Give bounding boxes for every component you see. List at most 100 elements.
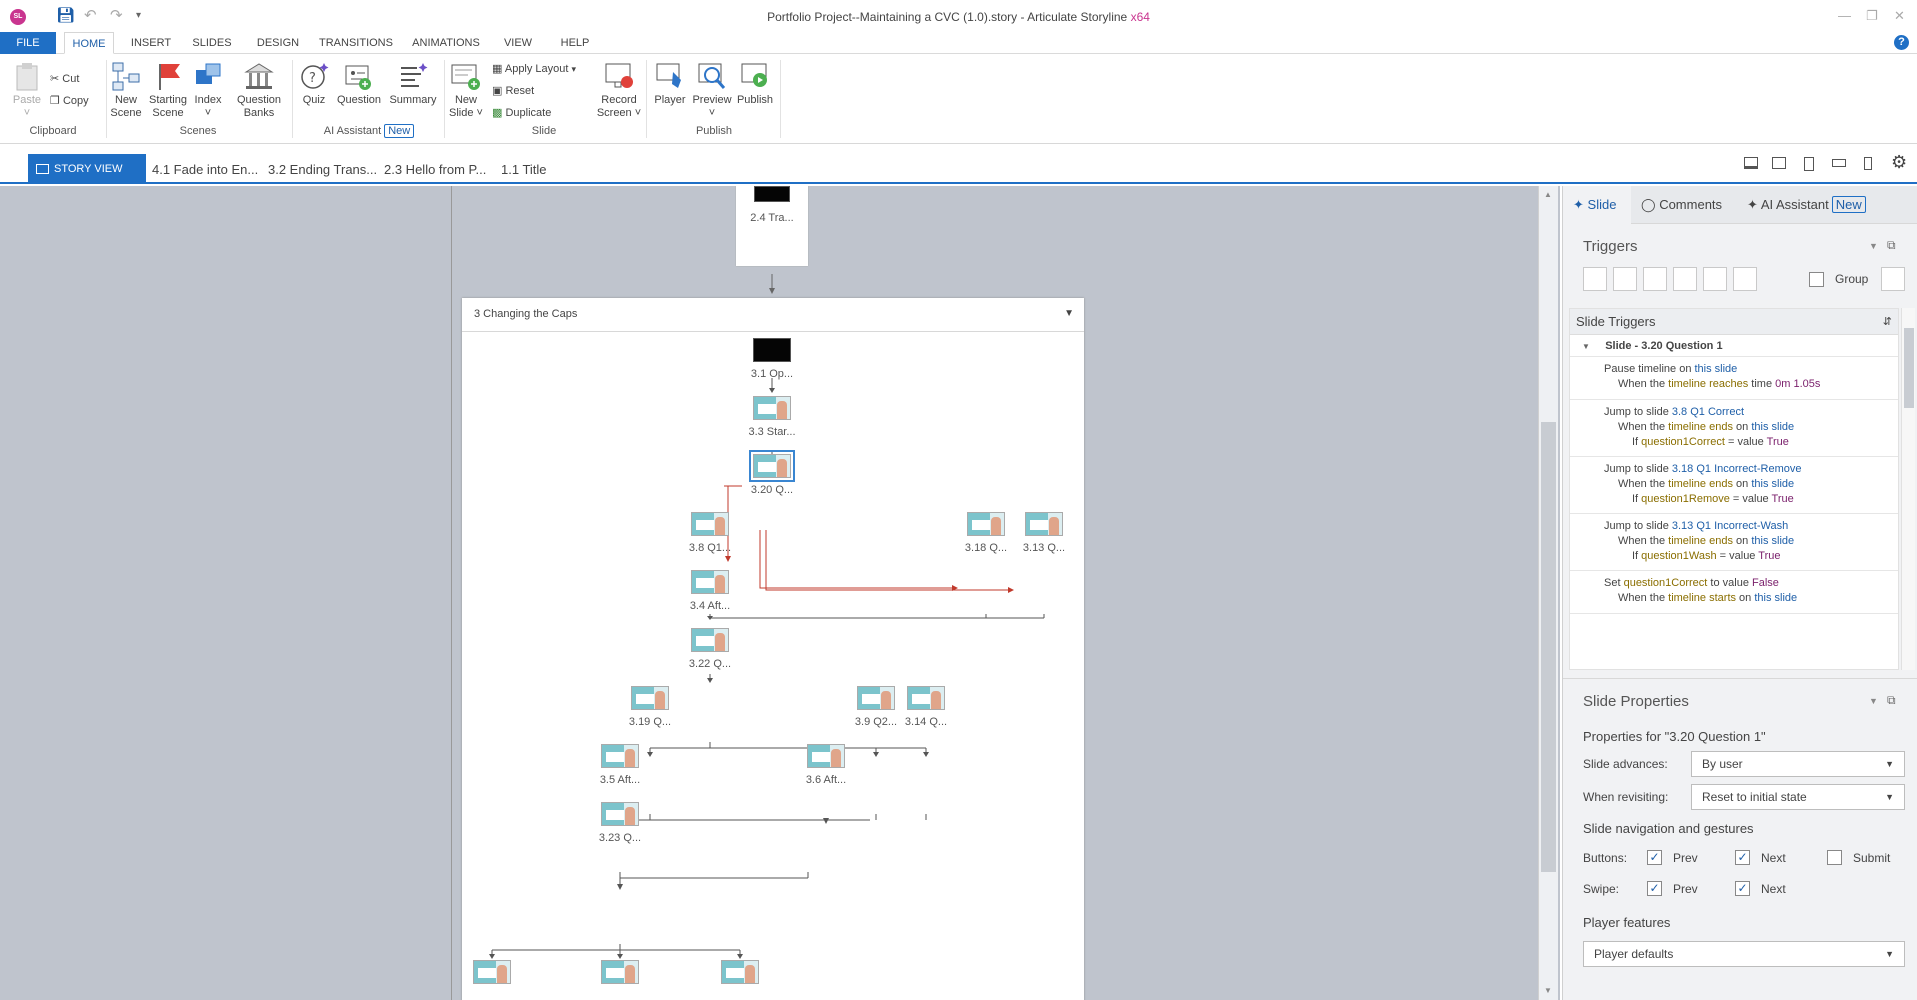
story-view-tab[interactable]: STORY VIEW bbox=[28, 154, 146, 184]
popout-icon[interactable]: ⧉ bbox=[1887, 693, 1896, 708]
slide-tab[interactable]: 4.1 Fade into En... bbox=[152, 162, 258, 177]
maximize-icon[interactable]: ❐ bbox=[1866, 8, 1878, 24]
tab-design[interactable]: DESIGN bbox=[252, 32, 304, 54]
slide-node[interactable]: 3.14 Q... bbox=[881, 686, 971, 728]
submit-button-checkbox[interactable] bbox=[1827, 850, 1842, 865]
new-trigger-icon[interactable] bbox=[1583, 267, 1607, 291]
duplicate-button[interactable]: ▩ Duplicate bbox=[492, 106, 551, 120]
tab-insert[interactable]: INSERT bbox=[126, 32, 176, 54]
slide-node[interactable]: 3.13 Q... bbox=[999, 512, 1089, 554]
chevron-down-icon[interactable]: ▼ bbox=[1869, 241, 1878, 251]
slide-tab[interactable]: 3.2 Ending Trans... bbox=[268, 162, 377, 177]
when-revisiting-select[interactable]: Reset to initial state ▼ bbox=[1691, 784, 1905, 810]
trigger-row[interactable]: Jump to slide 3.13 Q1 Incorrect-Wash Whe… bbox=[1570, 515, 1898, 571]
triggers-scrollbar[interactable] bbox=[1901, 308, 1915, 670]
slide-node[interactable] bbox=[447, 960, 537, 984]
phone-portrait-icon[interactable] bbox=[1864, 157, 1872, 170]
slide-node[interactable]: 3.22 Q... bbox=[665, 628, 755, 670]
chevron-down-icon[interactable]: ▼ bbox=[1869, 696, 1878, 706]
player-icon bbox=[654, 60, 686, 92]
scrollbar-thumb[interactable] bbox=[1541, 422, 1556, 872]
scrollbar-thumb[interactable] bbox=[1904, 328, 1914, 408]
story-canvas[interactable]: 2.4 Tra... 3 Changing the Caps ▼ 3.1 Op.… bbox=[0, 186, 1560, 1000]
tab-help[interactable]: HELP bbox=[554, 32, 596, 54]
slide-tab[interactable]: 2.3 Hello from P... bbox=[384, 162, 486, 177]
slide-node[interactable]: 3.1 Op... bbox=[727, 338, 817, 380]
scroll-down-icon[interactable]: ▼ bbox=[1544, 986, 1552, 995]
slide-node[interactable] bbox=[695, 960, 785, 984]
slide-advances-select[interactable]: By user ▼ bbox=[1691, 751, 1905, 777]
copy-button[interactable]: ❐ Copy bbox=[50, 94, 89, 108]
next-button-checkbox[interactable]: ✓ bbox=[1735, 850, 1750, 865]
collapse-all-icon[interactable]: ⇵ bbox=[1883, 315, 1892, 328]
slide-node[interactable]: 3.8 Q1... bbox=[665, 512, 755, 554]
slide-node[interactable]: 3.3 Star... bbox=[727, 396, 817, 438]
close-icon[interactable]: ✕ bbox=[1894, 8, 1905, 24]
slide-node[interactable]: 3.23 Q... bbox=[575, 802, 665, 844]
edit-trigger-icon[interactable] bbox=[1613, 267, 1637, 291]
popout-icon[interactable]: ⧉ bbox=[1887, 238, 1896, 253]
player-button[interactable]: Player bbox=[650, 60, 690, 107]
trigger-row[interactable]: Set question1Correct to value False When… bbox=[1570, 572, 1898, 614]
tab-slides[interactable]: SLIDES bbox=[186, 32, 238, 54]
tab-home[interactable]: HOME bbox=[64, 32, 114, 54]
scene-3-box[interactable]: 3 Changing the Caps ▼ 3.1 Op... 3.3 Star… bbox=[462, 298, 1084, 1000]
group-checkbox[interactable] bbox=[1809, 272, 1824, 287]
slide-node[interactable]: 3.4 Aft... bbox=[665, 570, 755, 612]
laptop-icon[interactable] bbox=[1744, 157, 1758, 169]
new-scene-button[interactable]: New Scene bbox=[108, 60, 144, 120]
index-label: Index bbox=[194, 94, 222, 106]
slide-node[interactable]: 3.19 Q... bbox=[605, 686, 695, 728]
variables-icon[interactable] bbox=[1881, 267, 1905, 291]
minimize-icon[interactable]: — bbox=[1838, 8, 1851, 23]
apply-layout-button[interactable]: ▦ Apply Layout ▾ bbox=[492, 62, 576, 76]
copy-trigger-icon[interactable] bbox=[1643, 267, 1667, 291]
trigger-group-row[interactable]: ▼ Slide - 3.20 Question 1 bbox=[1570, 335, 1898, 357]
next-swipe-checkbox[interactable]: ✓ bbox=[1735, 881, 1750, 896]
tab-comments[interactable]: ◯ Comments bbox=[1641, 186, 1722, 224]
question-banks-button[interactable]: Question Banks bbox=[232, 60, 286, 120]
paste-trigger-icon[interactable] bbox=[1673, 267, 1697, 291]
index-button[interactable]: Index ˅ bbox=[192, 60, 224, 120]
delete-trigger-icon[interactable] bbox=[1703, 267, 1727, 291]
scroll-up-icon[interactable]: ▲ bbox=[1544, 190, 1552, 199]
summary-button[interactable]: Summary bbox=[388, 60, 438, 107]
trigger-text: on bbox=[1732, 478, 1752, 490]
trigger-row[interactable]: Jump to slide 3.18 Q1 Incorrect-Remove W… bbox=[1570, 458, 1898, 514]
slide-tab[interactable]: 1.1 Title bbox=[501, 162, 547, 177]
new-slide-button[interactable]: New Slide ˅ bbox=[446, 60, 486, 120]
slide-node[interactable] bbox=[575, 960, 665, 984]
tab-view[interactable]: VIEW bbox=[496, 32, 540, 54]
reset-button[interactable]: ▣ Reset bbox=[492, 84, 534, 98]
cut-button[interactable]: ✂ Cut bbox=[50, 72, 79, 86]
tab-animations[interactable]: ANIMATIONS bbox=[406, 32, 486, 54]
starting-scene-button[interactable]: Starting Scene bbox=[146, 60, 190, 120]
canvas-scrollbar[interactable]: ▲ ▼ bbox=[1538, 186, 1558, 1000]
slide-node[interactable]: 3.5 Aft... bbox=[575, 744, 665, 786]
tablet-portrait-icon[interactable] bbox=[1804, 157, 1814, 171]
prev-swipe-checkbox[interactable]: ✓ bbox=[1647, 881, 1662, 896]
trigger-row[interactable]: Jump to slide 3.8 Q1 Correct When the ti… bbox=[1570, 401, 1898, 457]
paste-button[interactable]: Paste ˅ bbox=[10, 60, 44, 120]
tab-file[interactable]: FILE bbox=[0, 32, 56, 54]
trigger-row[interactable]: Pause timeline on this slide When the ti… bbox=[1570, 358, 1898, 400]
slide-node[interactable]: 3.6 Aft... bbox=[781, 744, 871, 786]
prev-button-checkbox[interactable]: ✓ bbox=[1647, 850, 1662, 865]
tablet-landscape-icon[interactable] bbox=[1772, 157, 1786, 169]
publish-button[interactable]: Publish bbox=[734, 60, 776, 107]
move-trigger-icon[interactable] bbox=[1733, 267, 1757, 291]
help-icon[interactable]: ? bbox=[1894, 35, 1909, 50]
quiz-button[interactable]: ? Quiz bbox=[296, 60, 332, 107]
tab-slide[interactable]: ✦ Slide bbox=[1563, 186, 1631, 224]
tab-transitions[interactable]: TRANSITIONS bbox=[314, 32, 398, 54]
preview-button[interactable]: Preview ˅ bbox=[692, 60, 732, 120]
slide-node-selected[interactable]: 3.20 Q... bbox=[727, 450, 817, 496]
record-screen-button[interactable]: Record Screen ˅ bbox=[596, 60, 642, 120]
ribbon-home: Paste ˅ ✂ Cut ❐ Copy Clipboard New Scene … bbox=[0, 54, 1917, 144]
player-features-select[interactable]: Player defaults ▼ bbox=[1583, 941, 1905, 967]
gear-icon[interactable]: ⚙ bbox=[1891, 152, 1907, 173]
phone-landscape-icon[interactable] bbox=[1832, 159, 1846, 167]
question-button[interactable]: Question bbox=[334, 60, 384, 107]
tab-ai-assistant[interactable]: ✦ AI Assistant New bbox=[1747, 186, 1866, 224]
slide-thumbnail bbox=[907, 686, 945, 710]
